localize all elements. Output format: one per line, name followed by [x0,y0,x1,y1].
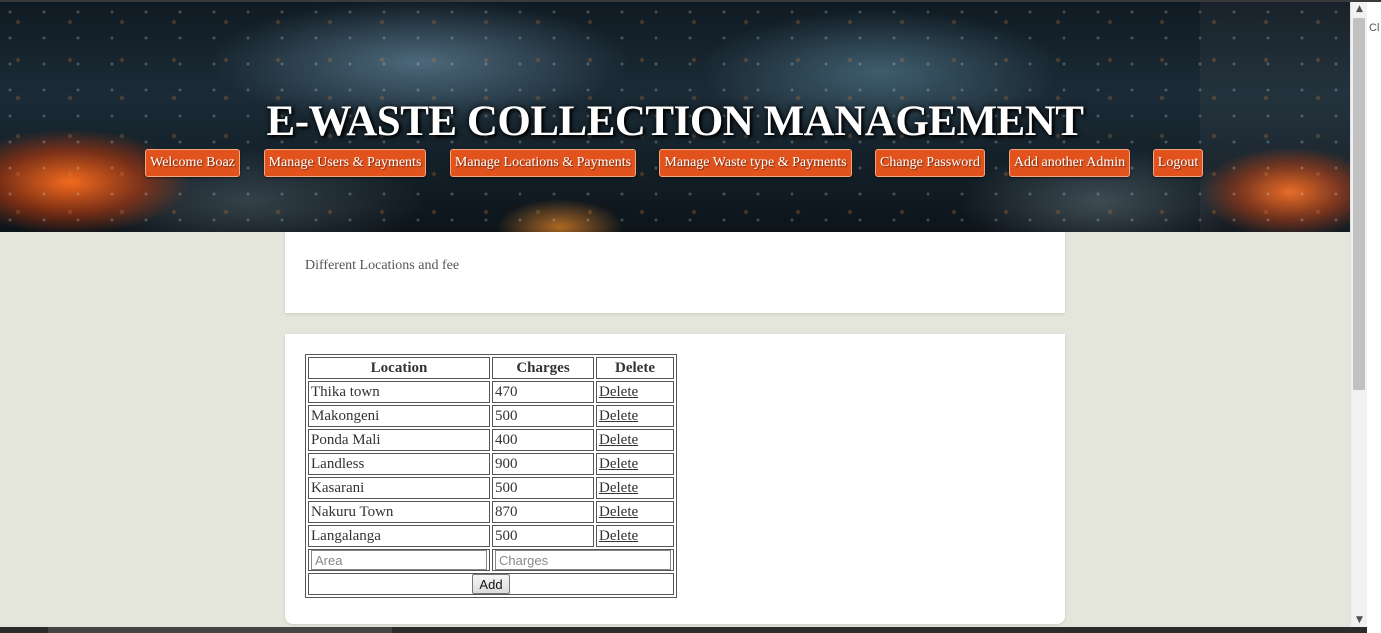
nav-add-admin-button[interactable]: Add another Admin [1009,149,1130,177]
add-form-row [308,549,674,571]
nav-change-password-button[interactable]: Change Password [875,149,985,177]
side-panel-edge: Cl [1367,2,1381,633]
delete-link[interactable]: Delete [599,408,638,424]
table-row: Nakuru Town 870 Delete [308,501,674,523]
delete-link[interactable]: Delete [599,504,638,520]
charges-cell: 400 [492,429,594,451]
location-cell: Landless [308,453,490,475]
location-cell: Langalanga [308,525,490,547]
scroll-thumb[interactable] [1353,18,1365,390]
table-row: Makongeni 500 Delete [308,405,674,427]
bottom-bar [0,627,1367,633]
location-cell: Makongeni [308,405,490,427]
area-input[interactable] [311,550,487,570]
charges-cell: 500 [492,405,594,427]
charges-cell: 900 [492,453,594,475]
locations-card: Location Charges Delete Thika town 470 D… [285,334,1065,624]
location-cell: Ponda Mali [308,429,490,451]
column-header-charges: Charges [492,357,594,379]
scroll-down-arrow-icon[interactable]: ▼ [1351,613,1368,627]
charges-cell: 500 [492,525,594,547]
add-button[interactable]: Add [472,574,510,594]
delete-link[interactable]: Delete [599,528,638,544]
site-title: E-WASTE COLLECTION MANAGEMENT [266,98,1084,145]
info-text: Different Locations and fee [305,258,460,273]
table-row: Ponda Mali 400 Delete [308,429,674,451]
add-button-row: Add [308,573,674,595]
delete-link[interactable]: Delete [599,384,638,400]
location-cell: Nakuru Town [308,501,490,523]
charges-input[interactable] [495,550,671,570]
vertical-scrollbar[interactable]: ▲ ▼ [1350,2,1368,627]
delete-link[interactable]: Delete [599,456,638,472]
location-cell: Thika town [308,381,490,403]
scroll-up-arrow-icon[interactable]: ▲ [1351,2,1368,16]
table-row: Langalanga 500 Delete [308,525,674,547]
locations-table: Location Charges Delete Thika town 470 D… [305,354,677,598]
info-card: Different Locations and fee [285,232,1065,313]
bottom-bar-segment [48,627,392,633]
charges-cell: 470 [492,381,594,403]
table-row: Kasarani 500 Delete [308,477,674,499]
column-header-delete: Delete [596,357,674,379]
nav-welcome-button[interactable]: Welcome Boaz [145,149,240,177]
nav-logout-button[interactable]: Logout [1153,149,1203,177]
location-cell: Kasarani [308,477,490,499]
nav-manage-users-button[interactable]: Manage Users & Payments [264,149,426,177]
table-header-row: Location Charges Delete [308,357,674,379]
nav-manage-locations-button[interactable]: Manage Locations & Payments [450,149,636,177]
table-row: Thika town 470 Delete [308,381,674,403]
header-banner: E-WASTE COLLECTION MANAGEMENT Welcome Bo… [0,2,1350,232]
column-header-location: Location [308,357,490,379]
charges-cell: 500 [492,477,594,499]
charges-cell: 870 [492,501,594,523]
side-panel-text: Cl [1369,22,1380,34]
nav-manage-waste-type-button[interactable]: Manage Waste type & Payments [659,149,852,177]
delete-link[interactable]: Delete [599,480,638,496]
delete-link[interactable]: Delete [599,432,638,448]
table-row: Landless 900 Delete [308,453,674,475]
